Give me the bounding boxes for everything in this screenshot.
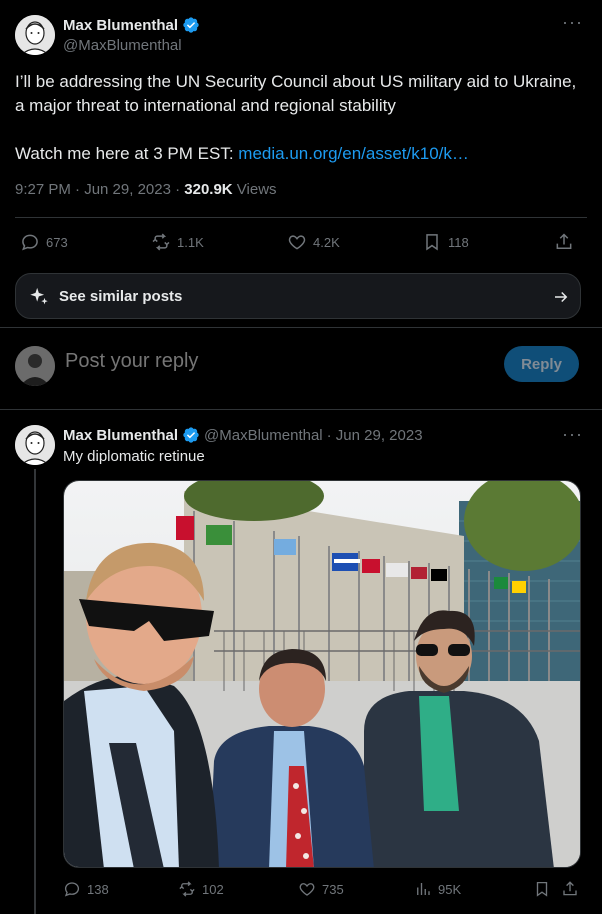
- tweet-watch-label: Watch me here at 3 PM EST:: [15, 144, 239, 163]
- author-display-name[interactable]: Max Blumenthal: [63, 17, 178, 34]
- tweet-text-line: I’ll be addressing the UN Security Counc…: [15, 72, 577, 115]
- bookmark-count: 118: [448, 234, 469, 250]
- divider: [0, 409, 602, 410]
- reply-handle[interactable]: @MaxBlumenthal: [204, 427, 323, 444]
- reply-display-name[interactable]: Max Blumenthal: [63, 427, 178, 444]
- views-icon: [417, 883, 430, 895]
- retweet-action[interactable]: 1.1K: [151, 232, 204, 252]
- tweet-text: I’ll be addressing the UN Security Counc…: [15, 70, 585, 166]
- reply-submit-button[interactable]: Reply: [504, 346, 579, 382]
- reply-action-bar: 138 102 735 95K: [63, 878, 583, 902]
- verified-icon: [183, 427, 199, 443]
- verified-icon: [183, 17, 199, 33]
- reply-icon: [22, 234, 38, 251]
- reply-action[interactable]: 673: [20, 232, 68, 252]
- like-count: 4.2K: [313, 234, 340, 250]
- more-icon[interactable]: ···: [562, 12, 583, 33]
- like-count: 735: [322, 881, 344, 897]
- sparkle-icon: [30, 287, 48, 305]
- reply-author-avatar[interactable]: [15, 425, 55, 465]
- arrow-right-icon: [555, 291, 568, 303]
- retweet-count: 1.1K: [177, 234, 204, 250]
- bookmark-action[interactable]: 118: [422, 232, 469, 252]
- tweet-link[interactable]: media.un.org/en/asset/k10/k…: [238, 144, 469, 163]
- author-handle[interactable]: @MaxBlumenthal: [63, 37, 182, 54]
- bookmark-icon: [426, 234, 438, 251]
- tweet-meta: 9:27 PM · Jun 29, 2023 · 320.9K Views: [15, 181, 277, 198]
- see-similar-label: See similar posts: [59, 287, 183, 305]
- main-action-bar: 673 1.1K 4.2K 118: [15, 228, 587, 256]
- retweet-icon: [179, 881, 195, 897]
- tweet-timestamp[interactable]: 9:27 PM · Jun 29, 2023 ·: [15, 181, 184, 198]
- like-action[interactable]: 735: [298, 880, 344, 898]
- share-action[interactable]: [554, 232, 574, 252]
- author-name-row: Max Blumenthal: [63, 16, 200, 34]
- retweet-icon: [152, 233, 170, 251]
- views-count: 95K: [438, 881, 462, 897]
- share-action[interactable]: [561, 880, 579, 898]
- views-count: 320.9K: [184, 181, 233, 198]
- retweet-action[interactable]: 102: [178, 880, 224, 898]
- thread-line: [34, 469, 36, 914]
- bookmark-action[interactable]: [533, 880, 551, 898]
- reply-action[interactable]: 138: [63, 880, 109, 898]
- views-action[interactable]: 95K: [414, 880, 461, 898]
- see-similar-posts-button[interactable]: See similar posts: [15, 273, 581, 319]
- tweet-text-watch: Watch me here at 3 PM EST: media.un.org/…: [15, 142, 585, 166]
- share-icon: [556, 233, 572, 249]
- share-icon: [563, 881, 577, 896]
- more-icon[interactable]: ···: [562, 424, 583, 445]
- reply-count: 673: [46, 234, 68, 250]
- divider: [0, 327, 602, 328]
- divider: [15, 217, 587, 218]
- reply-count: 138: [87, 881, 109, 897]
- like-icon: [288, 235, 306, 250]
- tweet-photo[interactable]: [63, 480, 581, 868]
- photo-illustration: [64, 481, 580, 867]
- author-avatar[interactable]: [15, 15, 55, 55]
- reply-input[interactable]: [65, 350, 485, 373]
- like-action[interactable]: 4.2K: [287, 232, 340, 252]
- reply-icon: [64, 882, 80, 897]
- bookmark-icon: [536, 881, 548, 897]
- reply-name-row: Max Blumenthal @MaxBlumenthal · Jun 29, …: [63, 426, 423, 444]
- reply-date[interactable]: · Jun 29, 2023: [327, 427, 423, 444]
- reply-tweet-text: My diplomatic retinue: [63, 448, 205, 465]
- retweet-count: 102: [202, 881, 224, 897]
- views-label: Views: [232, 181, 277, 198]
- user-avatar[interactable]: [15, 346, 55, 386]
- like-icon: [299, 883, 315, 896]
